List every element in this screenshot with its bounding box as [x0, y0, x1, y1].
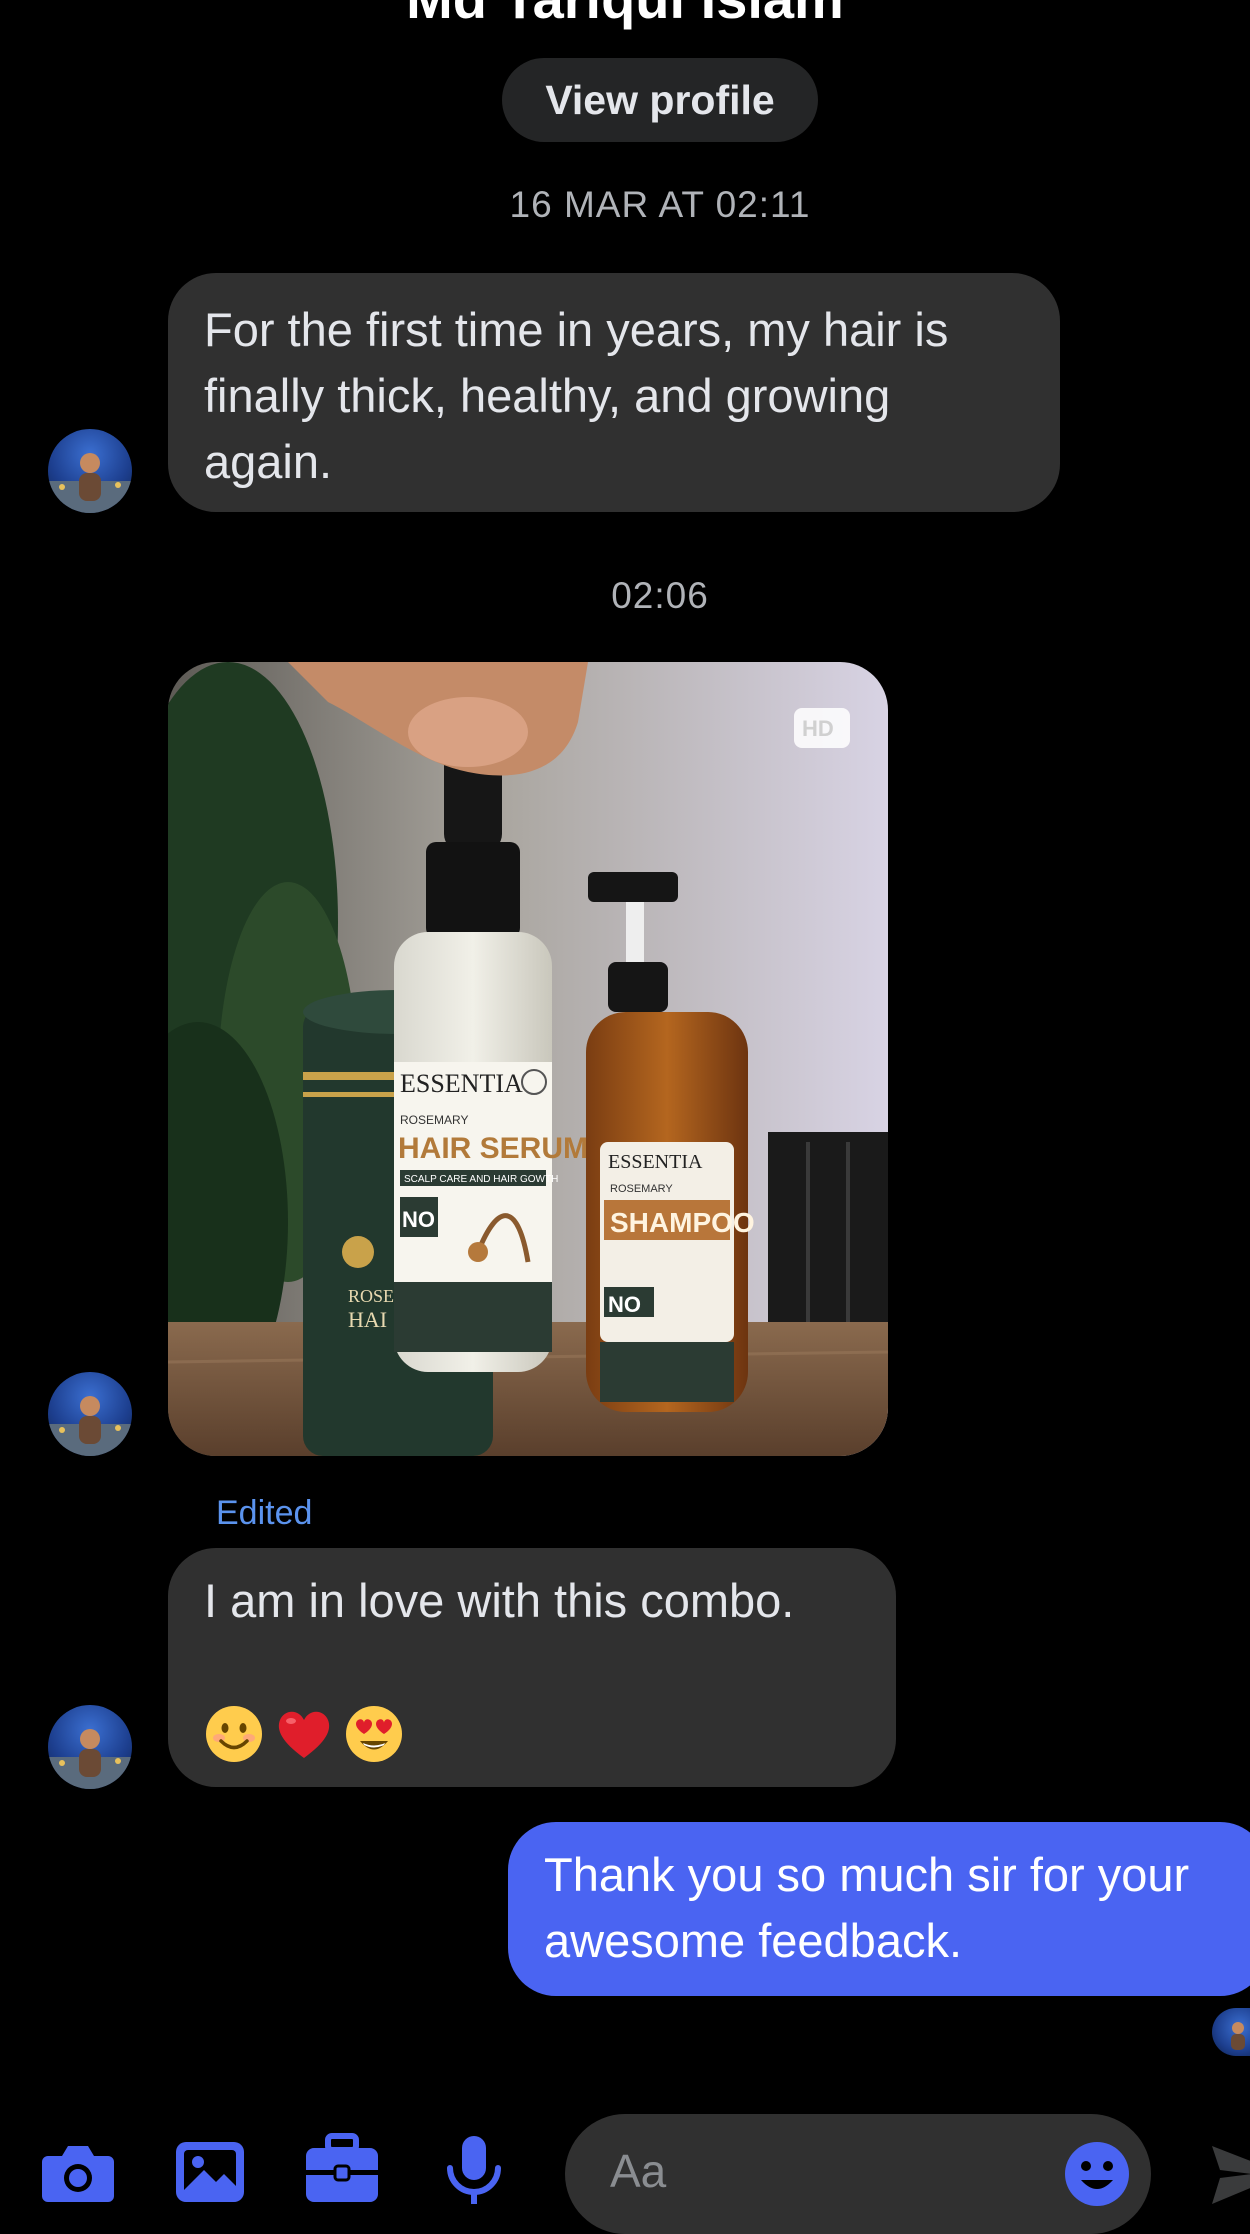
message-bubble-outgoing[interactable]: Thank you so much sir for your awesome f…: [508, 1822, 1250, 1996]
shampoo-brand-label: ESSENTIA: [608, 1151, 703, 1173]
message-text: For the first time in years, my hair is …: [204, 303, 949, 488]
emoji-picker-icon[interactable]: [1061, 2138, 1133, 2210]
serum-subtitle: ROSEMARY: [400, 1113, 468, 1127]
briefcase-icon[interactable]: [302, 2130, 382, 2210]
serum-name-label: HAIR SERUM: [398, 1132, 588, 1165]
avatar[interactable]: [48, 429, 132, 513]
serum-no-badge: NO: [402, 1207, 435, 1232]
message-input[interactable]: [610, 2144, 1010, 2198]
shampoo-name-label: SHAMPOO: [610, 1207, 755, 1238]
svg-text:HAI: HAI: [348, 1307, 387, 1332]
heart-eyes-emoji: [346, 1706, 402, 1762]
message-bubble-incoming[interactable]: For the first time in years, my hair is …: [168, 273, 1060, 512]
emoji-row: [204, 1704, 860, 1764]
edited-label: Edited: [216, 1494, 313, 1532]
avatar[interactable]: [48, 1705, 132, 1789]
serum-tagline: SCALP CARE AND HAIR GOWTH: [404, 1174, 558, 1185]
message-bubble-incoming[interactable]: I am in love with this combo.: [168, 1548, 896, 1787]
hd-badge-text: HD: [802, 716, 834, 741]
product-photo: ROSE HAI ESSENTIA ROSEMARY SHAMPOO NO ES…: [168, 662, 888, 1456]
avatar-photo: [48, 1729, 132, 1789]
message-text: I am in love with this combo.: [204, 1574, 795, 1627]
microphone-icon[interactable]: [434, 2130, 514, 2210]
avatar-photo: [48, 1396, 132, 1456]
shampoo-subtitle: ROSEMARY: [610, 1183, 673, 1195]
gallery-icon[interactable]: [170, 2130, 250, 2210]
contact-name: Md Tariqul Islam: [0, 0, 1250, 31]
serum-brand-label: ESSENTIA: [400, 1069, 523, 1098]
smiling-face-emoji: [206, 1706, 262, 1762]
svg-text:ROSE: ROSE: [348, 1286, 394, 1306]
camera-icon[interactable]: [38, 2130, 118, 2210]
message-text: Thank you so much sir for your awesome f…: [544, 1848, 1190, 1967]
message-timestamp: 02:06: [611, 575, 709, 616]
avatar-photo: [48, 453, 132, 513]
seen-avatar-photo: [1231, 2022, 1245, 2050]
avatar[interactable]: [48, 1372, 132, 1456]
photo-message[interactable]: ROSE HAI ESSENTIA ROSEMARY SHAMPOO NO ES…: [168, 662, 888, 1456]
message-timestamp: 16 MAR AT 02:11: [509, 184, 811, 225]
view-profile-button[interactable]: View profile: [502, 58, 818, 142]
seen-receipt-avatar: [1212, 2008, 1250, 2056]
red-heart-emoji: [278, 1711, 330, 1758]
message-input-container[interactable]: [565, 2114, 1151, 2234]
shampoo-no-badge: NO: [608, 1292, 641, 1317]
